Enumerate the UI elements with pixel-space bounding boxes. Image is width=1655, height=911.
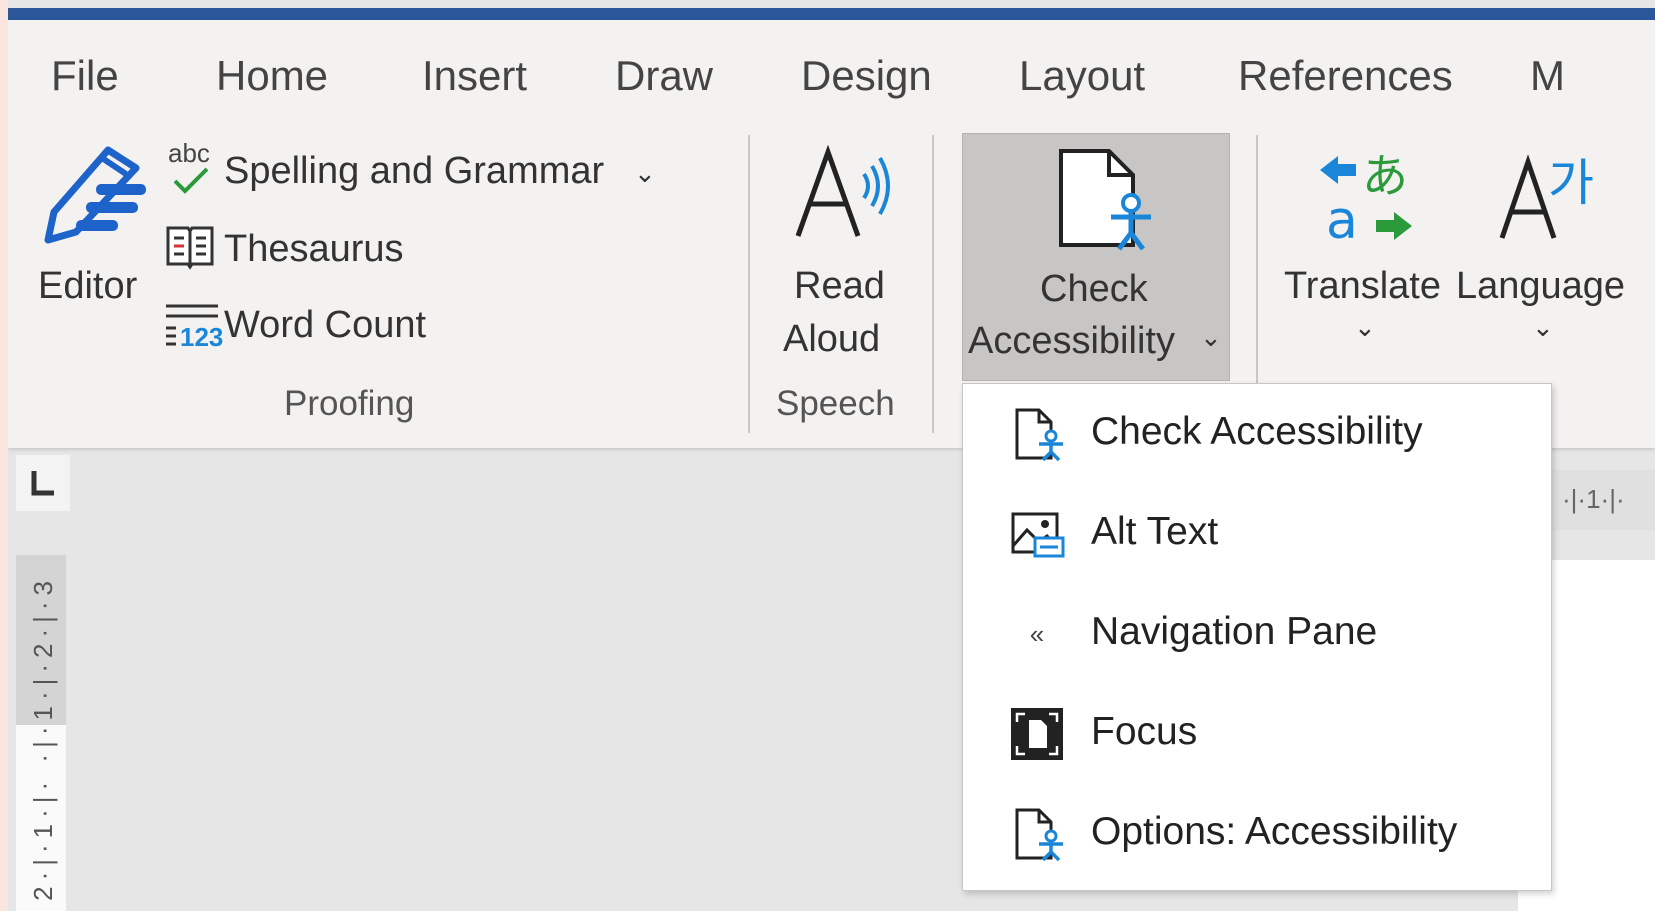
read-aloud-label-line2: Aloud: [783, 318, 881, 360]
editor-label: Editor: [38, 265, 138, 307]
read-aloud-label-line1: Read: [794, 265, 885, 307]
group-separator: [1256, 135, 1258, 385]
svg-text:a: a: [1326, 191, 1358, 250]
title-bar: [8, 8, 1655, 20]
chevron-down-icon[interactable]: ⌄: [1200, 322, 1222, 353]
tab-file[interactable]: File: [51, 52, 119, 100]
alt-text-icon: [1011, 512, 1065, 558]
language-icon: 가: [1499, 154, 1594, 239]
speech-group-label: Speech: [776, 384, 895, 423]
thesaurus-book-icon: [166, 226, 214, 270]
language-label: Language: [1456, 265, 1626, 307]
check-accessibility-icon: [1015, 408, 1063, 462]
menu-item-options-accessibility[interactable]: Options: Accessibility: [963, 784, 1551, 882]
svg-text:가: 가: [1548, 154, 1594, 212]
tab-mailings[interactable]: M: [1530, 52, 1565, 100]
svg-text:あ: あ: [1362, 149, 1408, 203]
check-accessibility-doc-icon: [1059, 149, 1151, 251]
word-count-icon-text: 123: [180, 322, 224, 352]
vertical-ruler: 2·|·1·|· ·|·1·|·2·|·3: [16, 555, 66, 911]
menu-item-label: Check Accessibility: [1091, 410, 1423, 453]
menu-item-alt-text[interactable]: Alt Text: [963, 484, 1551, 582]
check-accessibility-menu: Check Accessibility Alt Text « Navigatio…: [962, 383, 1552, 891]
menu-item-navigation-pane[interactable]: « Navigation Pane: [963, 584, 1551, 682]
thesaurus-label: Thesaurus: [224, 228, 404, 270]
horizontal-ruler: ·|·1·|·: [1548, 470, 1655, 530]
tab-design[interactable]: Design: [801, 52, 932, 100]
menu-item-check-accessibility[interactable]: Check Accessibility: [963, 384, 1551, 482]
spelling-label: Spelling and Grammar: [224, 150, 605, 192]
chevron-down-icon[interactable]: ⌄: [634, 158, 656, 189]
menu-item-label: Focus: [1091, 710, 1198, 753]
tab-insert[interactable]: Insert: [422, 52, 527, 100]
horizontal-ruler-text: ·|·1·|·: [1562, 484, 1625, 514]
editor-pen-icon: [44, 146, 146, 244]
proofing-group-label: Proofing: [284, 384, 415, 423]
left-tab-stop-icon: [31, 471, 54, 496]
focus-icon: [1011, 708, 1063, 760]
read-aloud-icon: [795, 144, 890, 237]
menu-item-label: Options: Accessibility: [1091, 810, 1458, 853]
translate-icon: a あ: [1320, 149, 1412, 250]
group-separator: [932, 135, 934, 433]
tab-draw[interactable]: Draw: [615, 52, 713, 100]
tab-references[interactable]: References: [1238, 52, 1453, 100]
menu-item-label: Alt Text: [1091, 510, 1219, 553]
menu-item-focus[interactable]: Focus: [963, 684, 1551, 782]
check-accessibility-label-line1: Check: [1040, 268, 1148, 310]
chevron-down-icon[interactable]: ⌄: [1354, 312, 1376, 343]
tab-home[interactable]: Home: [216, 52, 328, 100]
navigation-pane-icon: «: [1029, 619, 1045, 649]
spelling-check-icon: [173, 167, 209, 194]
group-separator: [748, 135, 750, 433]
word-count-label: Word Count: [224, 304, 427, 346]
menu-item-label: Navigation Pane: [1091, 610, 1378, 653]
check-accessibility-label-line2: Accessibility: [968, 320, 1175, 362]
tab-selector[interactable]: [16, 455, 70, 511]
vertical-ruler-text: 2·|·1·|· ·|·1·|·2·|·3: [28, 575, 58, 901]
translate-label: Translate: [1284, 265, 1441, 307]
chevron-down-icon[interactable]: ⌄: [1532, 312, 1554, 343]
tab-layout[interactable]: Layout: [1019, 52, 1145, 100]
options-accessibility-icon: [1015, 808, 1063, 862]
